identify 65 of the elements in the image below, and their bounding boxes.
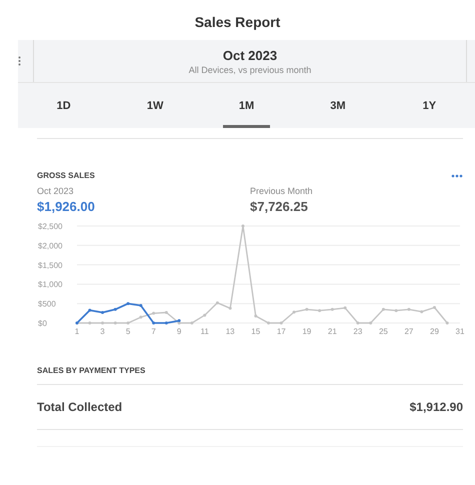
- metric-label: Oct 2023: [37, 186, 75, 196]
- line-series: [76, 224, 449, 324]
- point: [139, 304, 142, 308]
- period-subtitle: All Devices, vs previous month: [188, 64, 312, 74]
- point: [254, 314, 258, 318]
- point: [139, 316, 142, 319]
- axis-label: 21: [328, 327, 337, 336]
- axis-label: $0: [38, 319, 47, 328]
- point: [126, 302, 130, 306]
- section-heading: SALES BY PAYMENT TYPES: [37, 366, 146, 375]
- axis-label: 19: [302, 327, 312, 336]
- point: [305, 308, 308, 311]
- line-series: [76, 302, 181, 324]
- axis-label: 5: [126, 327, 130, 336]
- metric-value: $1,926.00: [37, 199, 96, 214]
- point: [203, 314, 206, 317]
- point: [88, 308, 92, 312]
- axis-label: 15: [251, 327, 260, 336]
- axis-label: $1,500: [38, 260, 62, 270]
- axis-label: 17: [276, 327, 286, 336]
- point: [228, 306, 232, 310]
- point: [216, 301, 219, 304]
- axis-label: $500: [38, 300, 56, 309]
- metric-value: $7,726.25: [250, 199, 309, 214]
- point: [420, 310, 424, 314]
- axis-label: $2,000: [38, 241, 62, 250]
- point: [356, 322, 360, 324]
- screen-title: Sales Report: [194, 13, 282, 32]
- point: [114, 308, 117, 311]
- point: [318, 309, 322, 312]
- range-tab[interactable]: 1M: [222, 83, 270, 128]
- point: [152, 312, 156, 315]
- payment-value: $1,912.90: [410, 400, 463, 414]
- range-tab[interactable]: 1D: [40, 83, 88, 128]
- axis-label: $1,000: [38, 280, 62, 290]
- section-heading: GROSS SALES: [37, 171, 95, 180]
- metric-label: Previous Month: [250, 186, 314, 196]
- point: [344, 306, 347, 310]
- axis-label: 25: [378, 327, 388, 336]
- point: [292, 310, 296, 314]
- axis-label: 7: [151, 327, 156, 336]
- axis-label: 29: [430, 327, 439, 336]
- point: [382, 308, 385, 311]
- range-tab[interactable]: 1Y: [406, 83, 454, 128]
- axis-label: 27: [404, 327, 414, 336]
- range-tab[interactable]: 1W: [131, 83, 179, 128]
- point: [446, 322, 449, 324]
- more-icon[interactable]: [18, 56, 21, 66]
- point: [178, 319, 181, 322]
- axis-label: 1: [74, 327, 80, 336]
- point: [369, 322, 372, 324]
- range-tab[interactable]: 3M: [314, 83, 362, 128]
- payment-label: Total Collected: [37, 400, 122, 414]
- axis-label: 3: [100, 327, 105, 336]
- period-title: Oct 2023: [222, 48, 278, 62]
- axis-label: 31: [456, 327, 464, 336]
- axis-label: 13: [226, 327, 235, 336]
- axis-label: 9: [176, 327, 182, 336]
- more-icon[interactable]: [451, 174, 463, 178]
- point: [394, 309, 398, 312]
- point: [330, 308, 334, 311]
- axis-label: 23: [353, 327, 362, 336]
- point: [407, 308, 410, 311]
- axis-label: $2,500: [38, 222, 62, 231]
- axis-label: 11: [200, 327, 209, 336]
